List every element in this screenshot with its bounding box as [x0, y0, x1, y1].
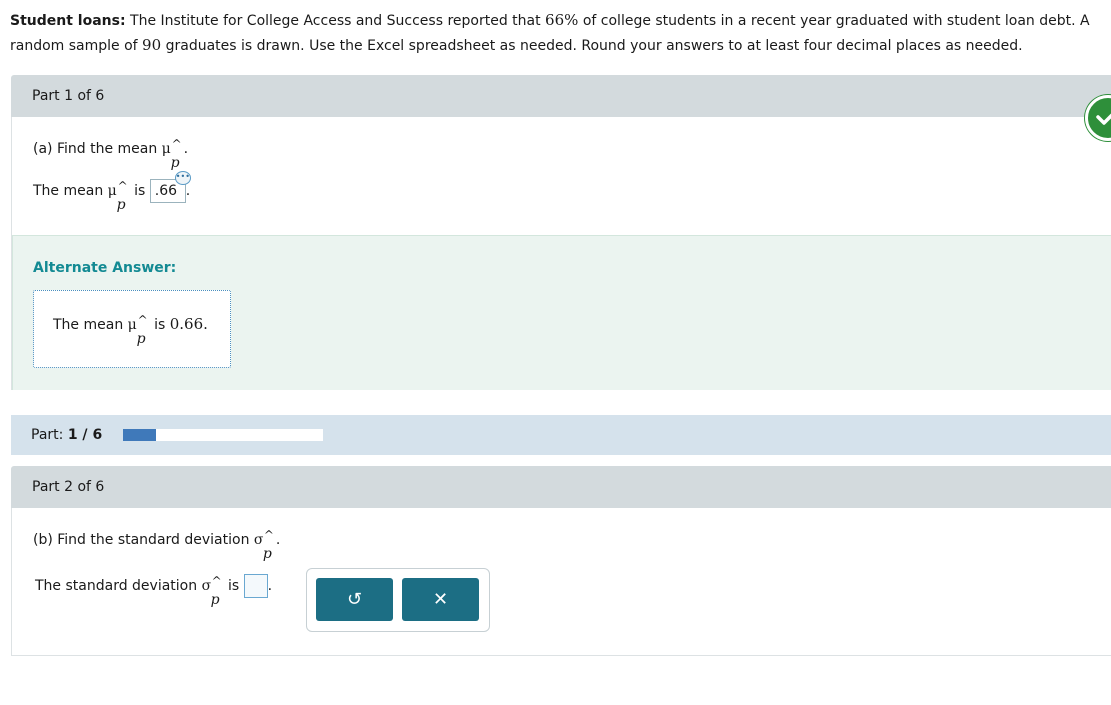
- alternate-answer-section: Alternate Answer: The mean μ ^ p is 0.66.: [12, 235, 1111, 390]
- more-options-icon[interactable]: •••: [174, 171, 191, 185]
- alternate-answer-title: Alternate Answer:: [33, 260, 177, 276]
- problem-title: Student loans:: [10, 13, 126, 29]
- problem-statement: Student loans: The Institute for College…: [10, 11, 1090, 54]
- progress-bar: [122, 429, 323, 441]
- answer-button-group: ↺ ✕: [306, 568, 490, 632]
- part-2-answer-input[interactable]: [243, 574, 268, 598]
- progress-label: Part:: [31, 427, 68, 443]
- part-2-answer-line: The standard deviation σ ^ p is .: [35, 574, 273, 608]
- alternate-answer-card: The mean μ ^ p is 0.66.: [33, 290, 231, 368]
- percent-value: 66%: [545, 11, 579, 29]
- progress-row: Part: 1 / 6: [11, 415, 1111, 455]
- progress-total: 6: [92, 427, 103, 443]
- reset-button[interactable]: ↺: [316, 578, 393, 621]
- part-1-header: Part 1 of 6: [11, 75, 1111, 117]
- alternate-answer-value: 0.66.: [169, 315, 208, 333]
- part-1-answer-line: The mean μ ^ p is .66 •••.: [33, 171, 191, 213]
- part-1-question: (a) Find the mean μ ^ p.: [33, 137, 189, 171]
- progress-current: 1: [67, 427, 78, 443]
- sigma-phat-symbol: σ ^ p: [201, 574, 222, 608]
- clear-button[interactable]: ✕: [402, 578, 479, 621]
- part-2-header: Part 2 of 6: [11, 466, 1111, 508]
- part-2-body: (b) Find the standard deviation σ ^ p. The…: [11, 508, 1111, 656]
- part-1-panel: Part 1 of 6 (a) Find the mean μ ^ p. The m…: [11, 75, 1111, 390]
- progress-bar-fill: [122, 429, 156, 441]
- part-2-question: (b) Find the standard deviation σ ^ p.: [33, 528, 281, 562]
- part-2-panel: Part 2 of 6 (b) Find the standard deviat…: [11, 466, 1111, 656]
- mu-phat-symbol: μ ^ p: [107, 179, 128, 213]
- undo-icon: ↺: [346, 589, 363, 610]
- sigma-phat-symbol: σ ^ p: [253, 528, 274, 562]
- part-1-answer-input[interactable]: .66 •••: [149, 171, 191, 203]
- mu-phat-symbol: μ ^ p: [127, 313, 148, 347]
- close-icon: ✕: [432, 589, 449, 610]
- sample-size: 90: [142, 36, 162, 54]
- mu-phat-symbol: μ ^ p: [161, 137, 182, 171]
- part-1-body: (a) Find the mean μ ^ p. The mean μ ^ p is .…: [11, 117, 1111, 390]
